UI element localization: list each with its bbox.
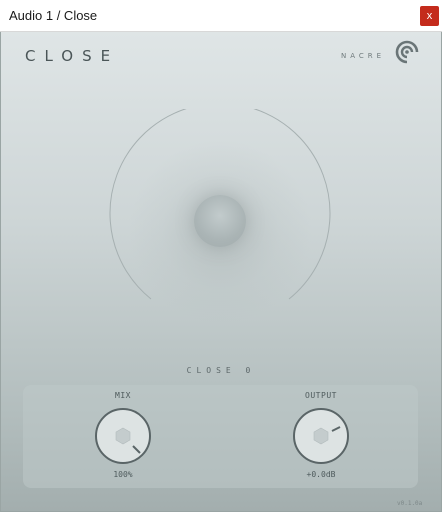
close-dial-center[interactable] [194,195,246,247]
window-title: Audio 1 / Close [9,8,98,23]
output-knob[interactable] [292,407,350,465]
mix-label: MIX [115,391,131,400]
mix-knob[interactable] [94,407,152,465]
mix-value: 100% [113,470,133,479]
dial-readout: CLOSE 0 [186,366,256,375]
brand-name: NACRE [341,52,386,60]
plugin-title: CLOSE [25,47,120,65]
output-label: OUTPUT [305,391,337,400]
plugin-panel: CLOSE NACRE CLOSE 0 MIX 100% OUTPUT +0.0… [1,32,441,511]
version-label: v0.1.0a [397,500,423,507]
controls-panel: MIX 100% OUTPUT +0.0dB [23,385,418,488]
brand-logo-icon [395,40,419,64]
window-close-button[interactable]: x [420,6,439,26]
window-titlebar: Audio 1 / Close x [0,0,442,32]
output-value: +0.0dB [306,470,336,479]
